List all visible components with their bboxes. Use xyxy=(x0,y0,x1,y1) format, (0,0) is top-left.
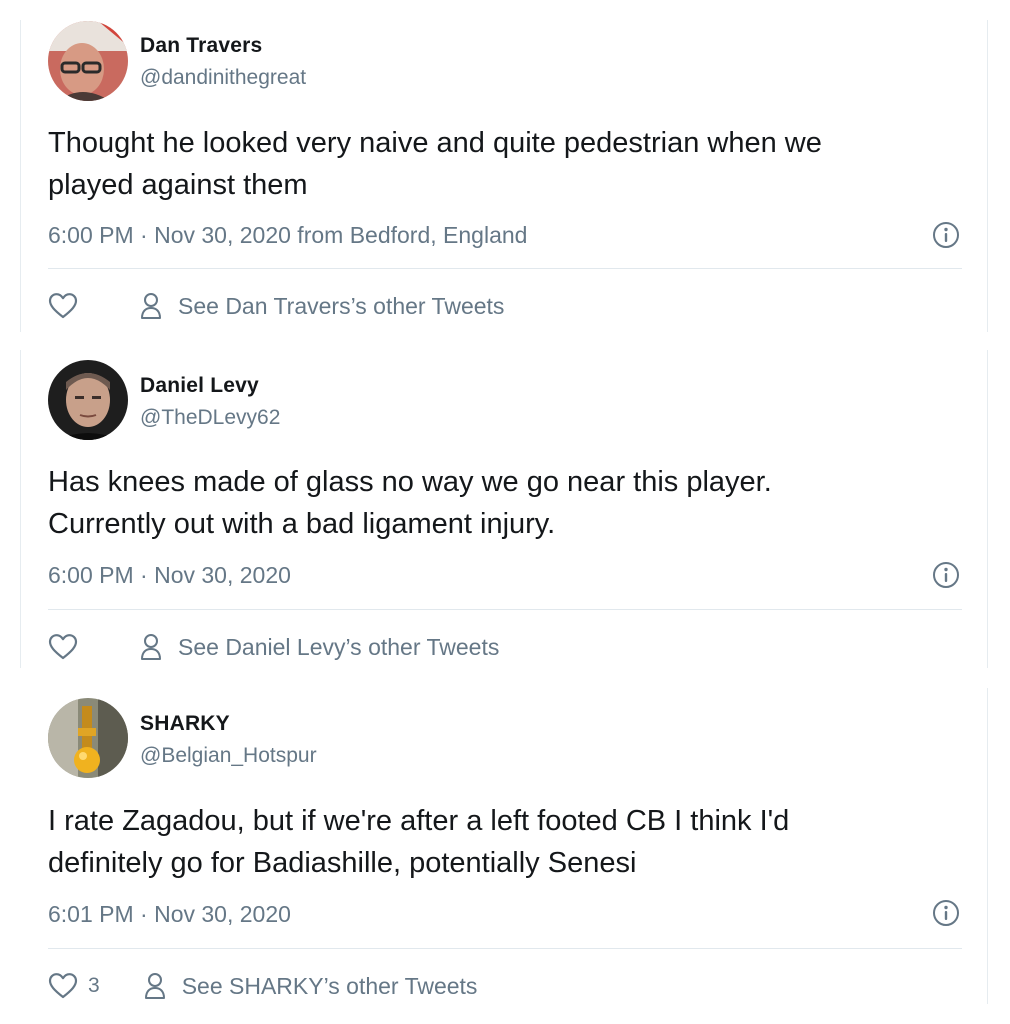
tweet-timestamp[interactable]: 6:00 PM · Nov 30, 2020 xyxy=(48,562,291,589)
card-border-right xyxy=(987,350,988,668)
person-icon xyxy=(144,971,166,1001)
tweet-text-line: played against them xyxy=(48,169,308,201)
info-icon[interactable] xyxy=(932,221,960,249)
card-border-left xyxy=(20,20,21,332)
divider xyxy=(48,609,962,610)
tweet-card-3: SHARKY @Belgian_Hotspur I rate Zagadou, … xyxy=(0,688,1010,1024)
other-tweets-label[interactable]: See Daniel Levy’s other Tweets xyxy=(178,634,499,661)
tweet-text: Thought he looked very naive and quite p… xyxy=(48,122,968,206)
card-border-right xyxy=(987,688,988,1004)
other-tweets-label[interactable]: See SHARKY’s other Tweets xyxy=(182,973,478,1000)
tweet-text: Has knees made of glass no way we go nea… xyxy=(48,461,968,545)
tweet-actions: See Dan Travers’s other Tweets xyxy=(48,288,504,324)
tweet-card-1: Dan Travers @dandinithegreat Thought he … xyxy=(0,0,1010,336)
tweet-timestamp[interactable]: 6:01 PM · Nov 30, 2020 xyxy=(48,901,291,928)
avatar[interactable] xyxy=(48,21,128,101)
display-name[interactable]: SHARKY xyxy=(140,712,230,736)
person-icon xyxy=(140,291,162,321)
divider xyxy=(48,948,962,949)
tweet-text-line: definitely go for Badiashille, potential… xyxy=(48,847,637,879)
tweet-text-line: Thought he looked very naive and quite p… xyxy=(48,127,822,159)
heart-icon[interactable] xyxy=(48,291,78,321)
like-count: 3 xyxy=(88,974,100,997)
card-border-right xyxy=(987,20,988,332)
card-border-left xyxy=(20,350,21,668)
other-tweets-link[interactable]: See Dan Travers’s other Tweets xyxy=(140,291,504,321)
heart-icon[interactable] xyxy=(48,971,78,1001)
display-name[interactable]: Daniel Levy xyxy=(140,374,259,398)
avatar[interactable] xyxy=(48,698,128,778)
tweet-timestamp[interactable]: 6:00 PM · Nov 30, 2020 from Bedford, Eng… xyxy=(48,222,527,249)
info-icon[interactable] xyxy=(932,899,960,927)
tweet-text-line: Currently out with a bad ligament injury… xyxy=(48,508,556,540)
other-tweets-label[interactable]: See Dan Travers’s other Tweets xyxy=(178,293,504,320)
other-tweets-link[interactable]: See SHARKY’s other Tweets xyxy=(144,971,478,1001)
user-handle[interactable]: @Belgian_Hotspur xyxy=(140,744,317,768)
tweet-text: I rate Zagadou, but if we're after a lef… xyxy=(48,800,968,884)
other-tweets-link[interactable]: See Daniel Levy’s other Tweets xyxy=(140,632,499,662)
tweet-text-line: Has knees made of glass no way we go nea… xyxy=(48,466,772,498)
person-icon xyxy=(140,632,162,662)
divider xyxy=(48,268,962,269)
tweet-card-2: Daniel Levy @TheDLevy62 Has knees made o… xyxy=(0,350,1010,670)
tweet-actions: See Daniel Levy’s other Tweets xyxy=(48,629,499,665)
heart-icon[interactable] xyxy=(48,632,78,662)
info-icon[interactable] xyxy=(932,561,960,589)
user-handle[interactable]: @TheDLevy62 xyxy=(140,406,280,430)
avatar[interactable] xyxy=(48,360,128,440)
tweet-text-line: I rate Zagadou, but if we're after a lef… xyxy=(48,805,790,837)
tweet-actions: 3 See SHARKY’s other Tweets xyxy=(48,968,477,1004)
display-name[interactable]: Dan Travers xyxy=(140,34,262,58)
user-handle[interactable]: @dandinithegreat xyxy=(140,66,306,90)
